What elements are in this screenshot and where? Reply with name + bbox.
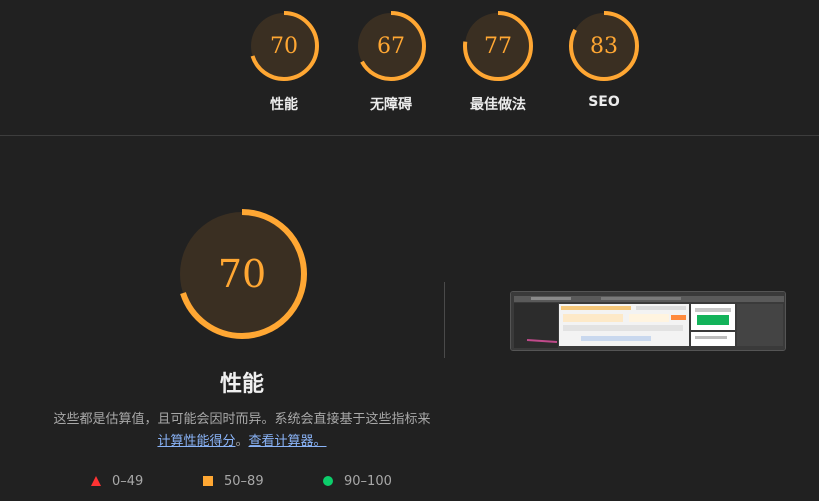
- orange-square-icon: [203, 476, 213, 486]
- page-screenshot-image: [511, 292, 785, 350]
- performance-description: 这些都是估算值，且可能会因时而异。系统会直接基于这些指标来计算性能得分。查看计算…: [52, 409, 432, 453]
- gauge-performance[interactable]: 70 性能: [246, 8, 322, 118]
- gauge-accessibility[interactable]: 67 无障碍: [353, 8, 429, 118]
- gauge-performance-score: 70: [270, 33, 298, 59]
- legend-fail: 0–49: [90, 472, 143, 490]
- category-gauges: 70 性能 67 无障碍 77 最佳做法 83 SEO: [0, 0, 819, 135]
- legend-pass: 90–100: [322, 472, 392, 490]
- vertical-divider: [444, 282, 445, 358]
- gauge-accessibility-score: 67: [377, 33, 405, 59]
- main-performance-score: 70: [217, 252, 267, 296]
- calc-score-link[interactable]: 计算性能得分: [157, 434, 235, 449]
- gauge-best-practices[interactable]: 77 最佳做法: [460, 8, 536, 118]
- gauge-accessibility-label: 无障碍: [370, 97, 412, 113]
- red-triangle-icon: [91, 476, 101, 486]
- page-screenshot-thumbnail[interactable]: [510, 291, 786, 351]
- gauge-best-practices-label: 最佳做法: [470, 97, 526, 113]
- gauge-seo-score: 83: [590, 33, 618, 59]
- view-calculator-link[interactable]: 查看计算器。: [249, 434, 327, 449]
- gauge-best-practices-score: 77: [484, 33, 512, 59]
- legend-pass-label: 90–100: [344, 473, 392, 489]
- section-divider: [0, 135, 819, 136]
- description-separator: 。: [235, 434, 249, 449]
- gauge-seo-label: SEO: [588, 94, 620, 110]
- section-title: 性能: [219, 372, 264, 397]
- legend-average: 50–89: [202, 472, 264, 490]
- legend-fail-label: 0–49: [112, 473, 144, 489]
- green-circle-icon: [323, 476, 333, 486]
- legend-average-label: 50–89: [224, 473, 264, 489]
- description-text: 这些都是估算值，且可能会因时而异。系统会直接基于这些指标来: [53, 412, 431, 427]
- gauge-seo[interactable]: 83 SEO: [566, 8, 642, 118]
- gauge-performance-label: 性能: [270, 97, 298, 113]
- main-performance-gauge: 70: [174, 206, 310, 342]
